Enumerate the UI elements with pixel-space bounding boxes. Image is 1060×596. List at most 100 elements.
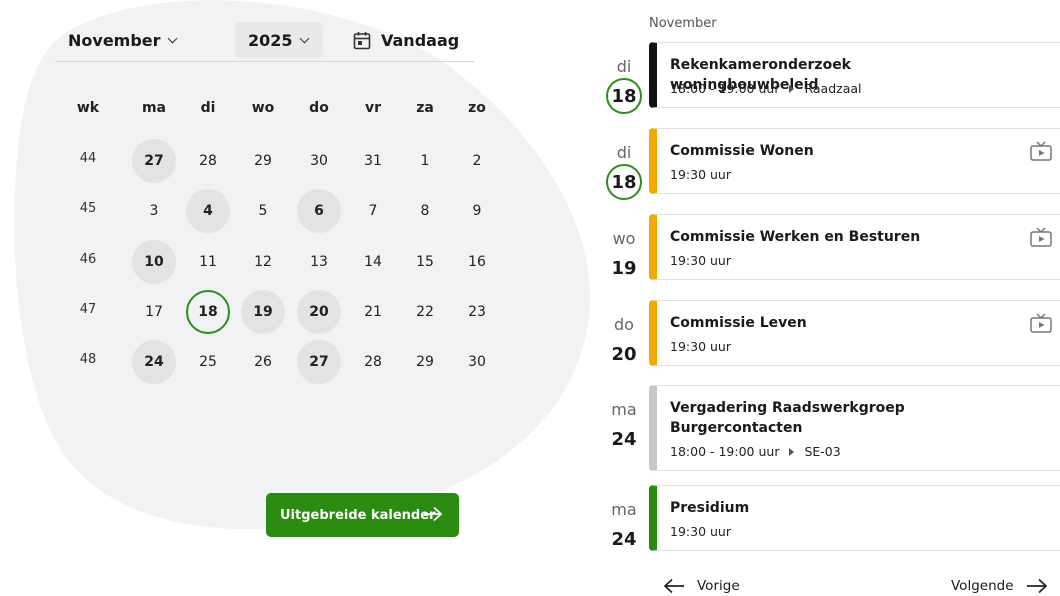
calendar-day: 28	[199, 153, 217, 169]
week-row: 44 27 28 29 30 31 1 2	[0, 139, 600, 185]
agenda-weekday: ma	[611, 500, 637, 519]
calendar-icon	[353, 31, 371, 49]
caret-right-icon	[789, 447, 795, 456]
calendar-day: 8	[420, 203, 430, 219]
agenda-weekday: di	[616, 143, 632, 162]
week-number: 46	[79, 251, 97, 267]
chevron-down-icon	[299, 33, 309, 43]
week-row: 48 24 25 26 27 28 29 30	[0, 340, 600, 386]
calendar-day-with-event[interactable]: 27	[297, 340, 341, 384]
event-title: Commissie Wonen	[670, 143, 814, 159]
agenda-month-label: November	[649, 16, 717, 31]
event-time: 19:30 uur	[670, 339, 731, 354]
calendar-day: 11	[199, 254, 217, 270]
year-select[interactable]: 2025	[235, 22, 323, 58]
week-number: 45	[79, 200, 97, 216]
month-select[interactable]: November	[68, 22, 177, 58]
calendar-day: 15	[416, 254, 434, 270]
weekday-header-row: wk ma di wo do vr za zo	[0, 86, 600, 132]
calendar-day: 28	[364, 354, 382, 370]
calendar-day: 1	[420, 153, 430, 169]
calendar-day: 29	[416, 354, 434, 370]
agenda-day-number: 24	[611, 428, 637, 450]
event-card[interactable]: Presidium 19:30 uur	[649, 485, 1060, 551]
calendar-day: 30	[468, 354, 486, 370]
agenda-day-number: 18	[606, 78, 642, 114]
calendar-day: 12	[254, 254, 272, 270]
agenda-weekday: di	[616, 57, 632, 76]
agenda-date: do 20	[598, 314, 650, 372]
event-meta: 19:30 uur	[670, 339, 731, 354]
agenda-date: di 18	[598, 142, 650, 200]
livestream-tv-icon[interactable]	[1030, 227, 1052, 247]
weekday-header: za	[416, 100, 434, 116]
calendar-day-today[interactable]: 18	[186, 290, 230, 334]
today-button[interactable]: Vandaag	[353, 22, 459, 58]
calendar-day-with-event[interactable]: 27	[132, 139, 176, 183]
agenda-weekday: ma	[611, 400, 637, 419]
event-card[interactable]: Commissie Werken en Besturen 19:30 uur	[649, 214, 1060, 280]
calendar-day: 30	[310, 153, 328, 169]
livestream-tv-icon[interactable]	[1030, 141, 1052, 161]
event-time: 19:30 uur	[670, 167, 731, 182]
calendar-day: 7	[368, 203, 378, 219]
calendar-day-with-event[interactable]: 4	[186, 189, 230, 233]
agenda-list: November di 18 Rekenkameronderzoek woningb…	[590, 0, 1060, 596]
week-number: 47	[79, 301, 97, 317]
agenda-weekday: wo	[612, 229, 636, 248]
extended-calendar-label: Uitgebreide kalender	[280, 507, 436, 523]
agenda-date: wo 19	[598, 228, 650, 286]
agenda-day-number: 24	[611, 528, 637, 550]
calendar-day: 25	[199, 354, 217, 370]
week-row: 47 17 18 19 20 21 22 23	[0, 290, 600, 336]
calendar-day-with-event[interactable]: 20	[297, 290, 341, 334]
event-meta: 19:30 uur	[670, 167, 731, 182]
calendar-day: 16	[468, 254, 486, 270]
weekday-header: wk	[76, 100, 100, 116]
week-row: 46 10 11 12 13 14 15 16	[0, 240, 600, 286]
event-title: Vergadering Raadswerkgroep Burgercontact…	[670, 400, 905, 436]
event-time: 19:30 uur	[670, 524, 731, 539]
arrow-left-icon	[663, 578, 684, 594]
agenda-date: ma 24	[598, 399, 650, 457]
calendar-day: 13	[310, 254, 328, 270]
event-meta: 18:00 - 19:00 uur Raadzaal	[670, 81, 862, 96]
weekday-header: zo	[468, 100, 486, 116]
event-meta: 18:00 - 19:00 uur SE-03	[670, 444, 841, 459]
extended-calendar-button[interactable]: Uitgebreide kalender	[266, 493, 459, 537]
calendar-day: 9	[472, 203, 482, 219]
chevron-down-icon	[167, 33, 177, 43]
calendar-day: 31	[364, 153, 382, 169]
calendar-day-with-event[interactable]: 6	[297, 189, 341, 233]
calendar-day: 17	[145, 304, 163, 320]
month-select-value: November	[68, 30, 161, 50]
calendar-day: 26	[254, 354, 272, 370]
event-time: 19:30 uur	[670, 253, 731, 268]
calendar-day-with-event[interactable]: 24	[132, 340, 176, 384]
event-card[interactable]: Vergadering Raadswerkgroep Burgercontact…	[649, 385, 1060, 471]
event-meta: 19:30 uur	[670, 253, 731, 268]
event-time: 18:00 - 19:00 uur	[670, 444, 780, 459]
calendar-day-with-event[interactable]: 10	[132, 240, 176, 284]
weekday-header: wo	[251, 100, 275, 116]
arrow-right-icon	[1026, 578, 1047, 594]
calendar-header: November 2025 Vandaag	[55, 20, 474, 62]
caret-right-icon	[789, 84, 795, 93]
event-time: 18:00 - 19:00 uur	[670, 81, 780, 96]
week-number: 48	[79, 351, 97, 367]
today-label: Vandaag	[381, 30, 460, 50]
event-card[interactable]: Rekenkameronderzoek woningbouwbeleid 18:0…	[649, 42, 1060, 108]
next-button[interactable]: Volgende	[951, 578, 1048, 594]
previous-button[interactable]: Vorige	[663, 578, 740, 594]
event-card[interactable]: Commissie Leven 19:30 uur	[649, 300, 1060, 366]
calendar-day: 14	[364, 254, 382, 270]
event-card[interactable]: Commissie Wonen 19:30 uur	[649, 128, 1060, 194]
previous-label: Vorige	[697, 578, 740, 594]
calendar-day: 2	[472, 153, 482, 169]
event-title: Commissie Werken en Besturen	[670, 229, 921, 245]
calendar-day-with-event[interactable]: 19	[241, 290, 285, 334]
agenda-day-number: 20	[611, 343, 637, 365]
year-select-value: 2025	[248, 30, 293, 50]
calendar-day: 21	[364, 304, 382, 320]
livestream-tv-icon[interactable]	[1030, 313, 1052, 333]
